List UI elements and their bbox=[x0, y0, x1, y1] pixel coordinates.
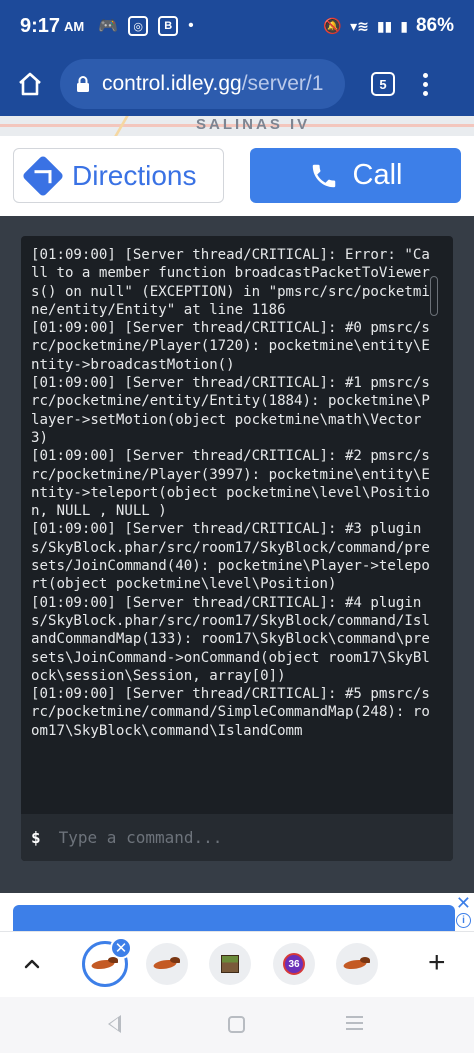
tab-thumbnail[interactable] bbox=[209, 943, 251, 985]
menu-dot-icon bbox=[423, 81, 428, 87]
instagram-icon: ◎ bbox=[128, 16, 149, 36]
clock-time: 9:17 bbox=[20, 14, 61, 37]
system-nav-bar bbox=[0, 997, 474, 1053]
console-line: [01:09:00] [Server thread/CRITICAL]: #1 … bbox=[31, 375, 430, 446]
lock-icon bbox=[77, 76, 89, 92]
b-app-icon: B bbox=[158, 16, 179, 36]
console-line: [01:09:00] [Server thread/CRITICAL]: #2 … bbox=[31, 448, 430, 520]
console-line: [01:09:00] [Server thread/CRITICAL]: #4 … bbox=[31, 594, 430, 684]
new-tab-button[interactable]: + bbox=[428, 948, 446, 978]
console-line: [01:09:00] [Server thread/CRITICAL]: #5 … bbox=[31, 686, 430, 739]
battery-icon: ▮ bbox=[400, 17, 408, 34]
console-panel: [01:09:00] [Server thread/CRITICAL]: Err… bbox=[0, 216, 474, 893]
directions-button[interactable]: Directions bbox=[13, 148, 224, 203]
console-scrollbar[interactable] bbox=[430, 276, 438, 316]
dragon-icon bbox=[344, 957, 370, 971]
dot-icon: • bbox=[188, 17, 194, 34]
action-buttons: Directions Call bbox=[0, 136, 474, 216]
call-button[interactable]: Call bbox=[250, 148, 461, 203]
grass-block-icon bbox=[221, 955, 239, 973]
chevron-up-icon[interactable] bbox=[22, 954, 42, 974]
dragon-icon bbox=[154, 957, 180, 971]
ad-content[interactable] bbox=[13, 905, 455, 931]
console-line: [01:09:00] [Server thread/CRITICAL]: #0 … bbox=[31, 320, 430, 373]
dragon-icon bbox=[92, 957, 118, 971]
tab-thumbnail[interactable] bbox=[336, 943, 378, 985]
overflow-menu-button[interactable] bbox=[423, 72, 428, 96]
menu-dot-icon bbox=[423, 72, 428, 78]
ad-close-icon[interactable]: ✕ bbox=[456, 894, 471, 912]
server-console: [01:09:00] [Server thread/CRITICAL]: Err… bbox=[21, 236, 453, 861]
command-input-row: $ bbox=[21, 814, 453, 861]
phone-icon bbox=[312, 164, 335, 187]
tab-thumbnail[interactable] bbox=[146, 943, 188, 985]
console-line: [01:09:00] [Server thread/CRITICAL]: #3 … bbox=[31, 521, 430, 593]
back-icon[interactable] bbox=[108, 1015, 121, 1033]
call-label: Call bbox=[352, 159, 403, 191]
clock-ampm: AM bbox=[64, 18, 85, 34]
tab-strip: ✕ 36 + bbox=[0, 931, 474, 997]
status-bar: 9:17 AM 🎮 ◎ B • 🔕 ▾≋ ▮▮ ▮ 86% bbox=[0, 0, 474, 52]
url-host: control.idley.gg bbox=[102, 72, 242, 95]
recents-icon[interactable] bbox=[346, 1016, 363, 1030]
browser-toolbar: control.idley.gg/server/1 5 bbox=[0, 52, 474, 116]
console-line: [01:09:00] [Server thread/CRITICAL]: Err… bbox=[31, 247, 430, 318]
tab-switcher-button[interactable]: 5 bbox=[371, 72, 395, 96]
directions-icon bbox=[21, 154, 65, 197]
ad-controls: ✕ i bbox=[455, 894, 471, 928]
discord-icon: 🎮 bbox=[98, 18, 119, 35]
signal-icon: ▮▮ bbox=[376, 17, 393, 34]
map-label: SALINAS IV bbox=[196, 116, 311, 133]
home-nav-icon[interactable] bbox=[228, 1016, 245, 1033]
directions-label: Directions bbox=[72, 159, 197, 191]
close-tab-icon[interactable]: ✕ bbox=[110, 937, 132, 959]
address-bar[interactable]: control.idley.gg/server/1 bbox=[60, 59, 345, 109]
notification-badge: 36 bbox=[283, 953, 305, 975]
console-output[interactable]: [01:09:00] [Server thread/CRITICAL]: Err… bbox=[31, 246, 433, 801]
ad-banner[interactable]: ✕ i bbox=[0, 893, 474, 931]
ad-info-icon[interactable]: i bbox=[455, 913, 471, 928]
command-input[interactable] bbox=[58, 828, 419, 847]
map-preview[interactable]: SALINAS IV bbox=[0, 116, 474, 136]
command-prompt: $ bbox=[31, 828, 41, 847]
menu-dot-icon bbox=[423, 90, 428, 96]
home-button[interactable] bbox=[0, 52, 60, 116]
url-path: /server/1 bbox=[241, 72, 324, 95]
tab-thumbnail[interactable]: 36 bbox=[273, 943, 315, 985]
wifi-icon: ▾≋ bbox=[350, 17, 369, 34]
home-icon bbox=[19, 72, 41, 96]
mute-icon: 🔕 bbox=[323, 18, 343, 35]
battery-percent: 86% bbox=[415, 15, 454, 36]
